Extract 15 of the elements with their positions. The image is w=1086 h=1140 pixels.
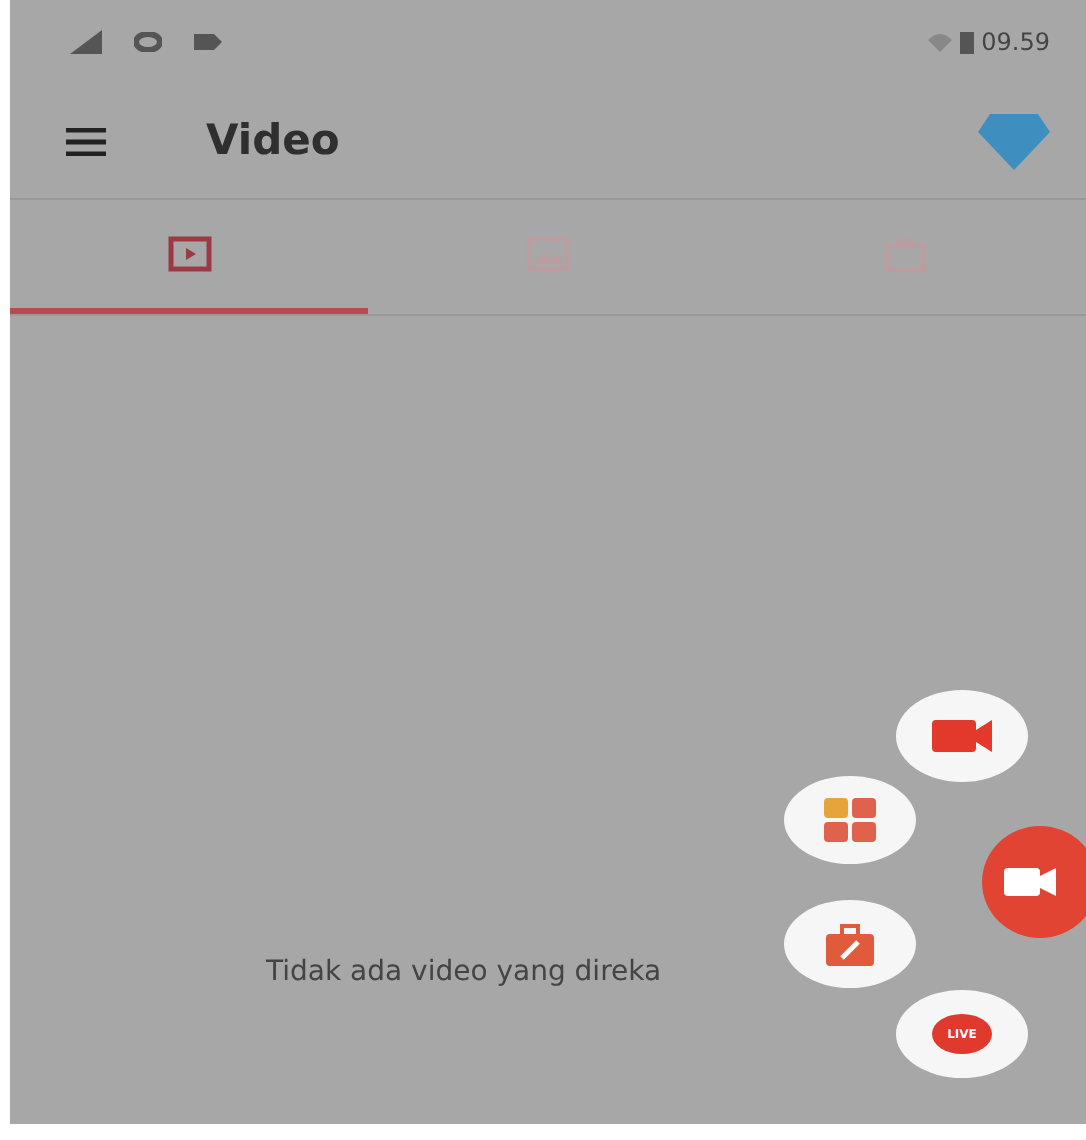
notification-icon [134,32,162,52]
screen-title: Video [206,113,340,168]
play-icon [167,236,212,272]
toolbox-icon [826,922,874,966]
video-camera-icon [1004,864,1056,900]
signal-icon [70,30,102,54]
notification-icon [194,34,222,50]
record-fab-button[interactable] [982,826,1086,938]
empty-message: Tidak ada video yang direka [266,954,662,992]
wifi-icon [927,32,952,52]
menu-icon[interactable] [66,127,106,155]
grid-icon [824,798,876,842]
status-time: 09.59 [981,26,1050,60]
battery-icon [959,30,974,54]
video-camera-icon [932,720,992,752]
